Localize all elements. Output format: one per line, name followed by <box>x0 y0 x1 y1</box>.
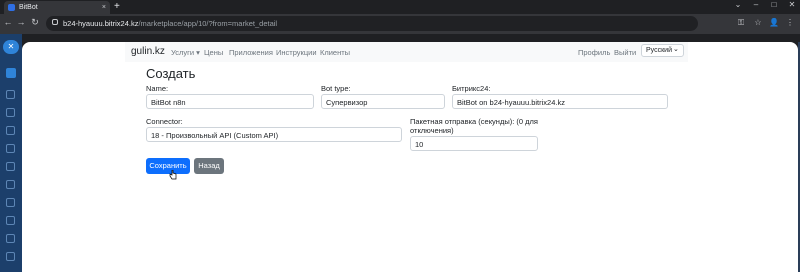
bot-type-select[interactable]: Супервизор <box>321 94 445 109</box>
forward-icon[interactable]: → <box>15 17 27 27</box>
url-text[interactable]: b24-hyauuu.bitrix24.kz/marketplace/app/1… <box>63 19 277 28</box>
app-menu-icon[interactable] <box>6 68 16 78</box>
hand-cursor-icon <box>169 170 177 180</box>
calendar-icon[interactable] <box>6 162 15 171</box>
browser-tab[interactable]: BitBot × <box>4 1 110 14</box>
connector-select[interactable]: 18 - Произвольный API (Custom API) <box>146 127 402 142</box>
batch-seconds-input[interactable]: 10 <box>410 136 538 151</box>
close-tab-icon[interactable]: × <box>102 4 106 11</box>
new-tab-icon[interactable]: + <box>114 1 120 12</box>
browser-tab-strip <box>0 0 800 14</box>
close-window-icon[interactable]: ✕ <box>784 0 800 9</box>
app-page <box>22 42 798 272</box>
close-menu-icon[interactable]: ✕ <box>3 40 19 54</box>
nav-instructions[interactable]: Инструкции <box>276 48 317 57</box>
docs-icon[interactable] <box>6 198 15 207</box>
name-label: Name: <box>146 84 169 93</box>
back-button[interactable]: Назад <box>194 158 224 174</box>
bookmark-star-icon[interactable]: ☆ <box>752 18 764 27</box>
sites-icon[interactable] <box>6 216 15 225</box>
name-field[interactable]: BitBot n8n <box>146 94 314 109</box>
tab-search-icon[interactable]: ⌄ <box>730 0 746 9</box>
market-icon[interactable] <box>6 234 15 243</box>
back-icon[interactable]: ← <box>2 17 14 27</box>
nav-profile[interactable]: Профиль <box>578 48 610 57</box>
nav-clients[interactable]: Клиенты <box>320 48 350 57</box>
mail-icon[interactable] <box>6 180 15 189</box>
maximize-icon[interactable]: □ <box>766 0 782 9</box>
nav-apps[interactable]: Приложения <box>229 48 273 57</box>
brand-logo[interactable]: gulin.kz <box>131 46 165 57</box>
profile-icon[interactable]: 👤 <box>768 18 780 27</box>
bot-type-label: Bot type: <box>321 84 351 93</box>
save-button[interactable]: Сохранить <box>146 158 190 174</box>
connector-label: Connector: <box>146 117 183 126</box>
page-title: Создать <box>146 66 196 81</box>
password-key-icon[interactable]: ⚿ <box>735 18 747 28</box>
minimize-icon[interactable]: – <box>748 0 764 9</box>
drive-icon[interactable] <box>6 144 15 153</box>
nav-prices[interactable]: Цены <box>204 48 223 57</box>
chevron-down-icon: ⌄ <box>673 46 679 53</box>
favicon-icon <box>8 4 15 11</box>
tab-title: BitBot <box>19 4 38 11</box>
batch-label-line2: отключения) <box>410 126 454 135</box>
bitrix-portal-select[interactable]: BitBot on b24-hyauuu.bitrix24.kz <box>452 94 668 109</box>
nav-services[interactable]: Услуги ▾ <box>171 48 200 57</box>
reload-icon[interactable]: ↻ <box>29 17 41 28</box>
nav-logout[interactable]: Выйти <box>614 48 636 57</box>
chat-icon[interactable] <box>6 90 15 99</box>
site-info-icon[interactable] <box>52 19 58 25</box>
menu-kebab-icon[interactable]: ⋮ <box>784 18 796 27</box>
bitrix-label: Битрикс24: <box>452 84 491 93</box>
url-host: b24-hyauuu.bitrix24.kz <box>63 19 139 28</box>
tasks-icon[interactable] <box>6 108 15 117</box>
crm-icon[interactable] <box>6 126 15 135</box>
settings-icon[interactable] <box>6 252 15 261</box>
batch-label-line1: Пакетная отправка (секунды): (0 для <box>410 117 538 126</box>
url-path: /marketplace/app/10/?from=market_detail <box>138 19 278 28</box>
